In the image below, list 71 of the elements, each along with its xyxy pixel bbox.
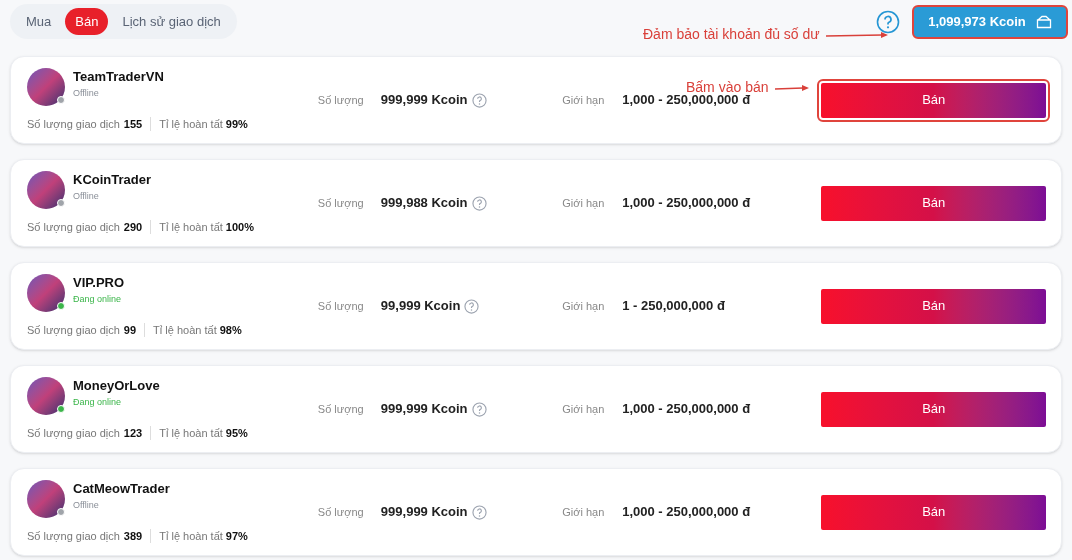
avatar	[27, 376, 65, 415]
arrow	[825, 30, 888, 39]
trade-count: 389	[123, 528, 143, 544]
trade-count: 123	[123, 425, 143, 441]
trade-count-label: Số lượng giao dịch	[27, 219, 120, 235]
trade-count: 99	[123, 322, 137, 338]
trader-name: CatMeowTrader	[73, 480, 170, 499]
annotation-text: Bấm vào bán	[686, 78, 769, 95]
quantity-label: Số lượng	[317, 195, 365, 211]
completion-rate: 100%	[225, 219, 254, 235]
sell-button[interactable]: Bán	[817, 78, 1050, 122]
tab[interactable]: Lịch sử giao dịch	[112, 7, 231, 36]
avatar	[27, 479, 65, 518]
completion-rate: 98%	[219, 322, 242, 338]
online-status: Offline	[73, 189, 100, 203]
completion-rate: 99%	[225, 116, 248, 132]
online-status: Đang online	[73, 292, 123, 306]
wallet-icon	[1035, 14, 1052, 29]
completion-rate-label: Tỉ lệ hoàn tất	[159, 528, 223, 544]
limit-label: Giới hạn	[562, 504, 606, 520]
quantity-value: 999,999 Kcoin	[380, 91, 468, 110]
quantity-label: Số lượng	[317, 504, 365, 520]
completion-rate-label: Tỉ lệ hoàn tất	[159, 219, 223, 235]
balance-button[interactable]: 1,099,973 Kcoin	[912, 4, 1068, 39]
limit-label: Giới hạn	[562, 298, 606, 314]
trade-count-label: Số lượng giao dịch	[27, 322, 120, 338]
trade-count-label: Số lượng giao dịch	[27, 528, 120, 544]
trade-count-label: Số lượng giao dịch	[27, 425, 120, 441]
help-icon	[471, 92, 487, 108]
tab[interactable]: Bán	[65, 7, 109, 36]
help-icon	[471, 401, 487, 417]
completion-rate: 97%	[225, 528, 248, 544]
completion-rate-label: Tỉ lệ hoàn tất	[159, 116, 223, 132]
online-status: Offline	[73, 498, 100, 512]
avatar	[27, 67, 65, 106]
trader-name: TeamTraderVN	[73, 68, 164, 87]
completion-rate: 95%	[225, 425, 248, 441]
help-icon	[471, 504, 487, 520]
trade-count: 155	[123, 116, 143, 132]
online-status: Offline	[73, 86, 100, 100]
help-icon[interactable]	[876, 9, 900, 34]
completion-rate-label: Tỉ lệ hoàn tất	[159, 425, 223, 441]
limit-value: 1,000 - 250,000,000 đ	[622, 400, 751, 419]
quantity-value: 999,999 Kcoin	[380, 400, 468, 419]
tab[interactable]: Mua	[16, 7, 62, 36]
limit-value: 1 - 250,000,000 đ	[622, 297, 725, 316]
trader-name: KCoinTrader	[73, 171, 151, 190]
trade-count: 290	[123, 219, 143, 235]
limit-label: Giới hạn	[562, 401, 606, 417]
online-status: Đang online	[73, 395, 123, 409]
quantity-label: Số lượng	[317, 401, 365, 417]
limit-label: Giới hạn	[562, 195, 606, 211]
annotation-text: Đảm bảo tài khoản đủ số dư	[643, 25, 820, 44]
completion-rate-label: Tỉ lệ hoàn tất	[153, 322, 217, 338]
trader-name: MoneyOrLove	[73, 377, 160, 396]
quantity-value: 999,988 Kcoin	[380, 194, 468, 213]
quantity-label: Số lượng	[317, 298, 365, 314]
avatar	[27, 273, 65, 312]
help-icon	[471, 195, 487, 211]
quantity-label: Số lượng	[317, 92, 365, 108]
limit-label: Giới hạn	[562, 92, 606, 108]
trader-name: VIP.PRO	[73, 274, 125, 293]
arrow	[774, 83, 809, 92]
limit-value: 1,000 - 250,000,000 đ	[622, 92, 751, 110]
limit-value: 1,000 - 250,000,000 đ	[622, 503, 751, 522]
trade-count-label: Số lượng giao dịch	[27, 116, 120, 132]
quantity-value: 99,999 Kcoin	[380, 297, 461, 316]
avatar	[27, 170, 65, 209]
help-icon	[464, 298, 480, 314]
quantity-value: 999,999 Kcoin	[380, 503, 468, 522]
limit-value: 1,000 - 250,000,000 đ	[622, 194, 751, 213]
